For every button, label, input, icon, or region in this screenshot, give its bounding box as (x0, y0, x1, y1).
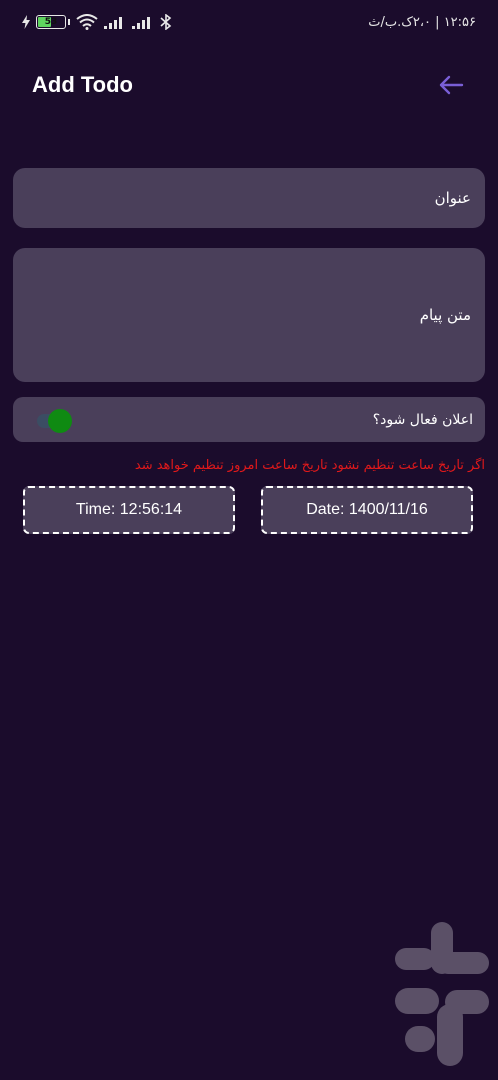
page-title: Add Todo (32, 72, 133, 97)
status-icons: 53 (22, 14, 172, 30)
notification-toggle[interactable] (35, 408, 75, 433)
title-input[interactable] (13, 168, 485, 228)
message-field (13, 248, 485, 382)
notification-label: اعلان فعال شود؟ (372, 411, 473, 428)
warning-text: اگر تاریخ ساعت تنظیم نشود تاریخ ساعت امر… (134, 458, 485, 473)
battery-icon: 53 (36, 15, 66, 29)
date-picker-button[interactable]: Date: 1400/11/16 (261, 486, 473, 534)
charging-bolt-icon (22, 15, 30, 29)
bluetooth-icon (160, 14, 172, 30)
status-time: ۱۲:۵۶ | ۲،۰ک.ب/ث (368, 14, 476, 30)
back-button[interactable] (436, 70, 466, 100)
notification-row: اعلان فعال شود؟ (13, 397, 485, 442)
signal-icon (132, 17, 150, 29)
title-field (13, 168, 485, 228)
time-label: Time: 12:56:14 (75, 501, 183, 518)
battery-level: 53 (44, 17, 58, 27)
message-input[interactable] (13, 248, 485, 382)
toggle-knob (48, 408, 72, 433)
date-label: Date: 1400/11/16 (306, 501, 428, 518)
wifi-icon (76, 14, 98, 30)
time-picker-button[interactable]: Time: 12:56:14 (23, 486, 235, 534)
arrow-left-icon (439, 75, 464, 95)
store-logo-icon (395, 922, 489, 1066)
battery-tip (68, 19, 70, 25)
app-bar: Add Todo (0, 60, 498, 110)
signal-icon (104, 17, 122, 29)
status-bar: 53 ۱۲:۵۶ | ۲،۰ک.ب/ث (0, 0, 498, 44)
